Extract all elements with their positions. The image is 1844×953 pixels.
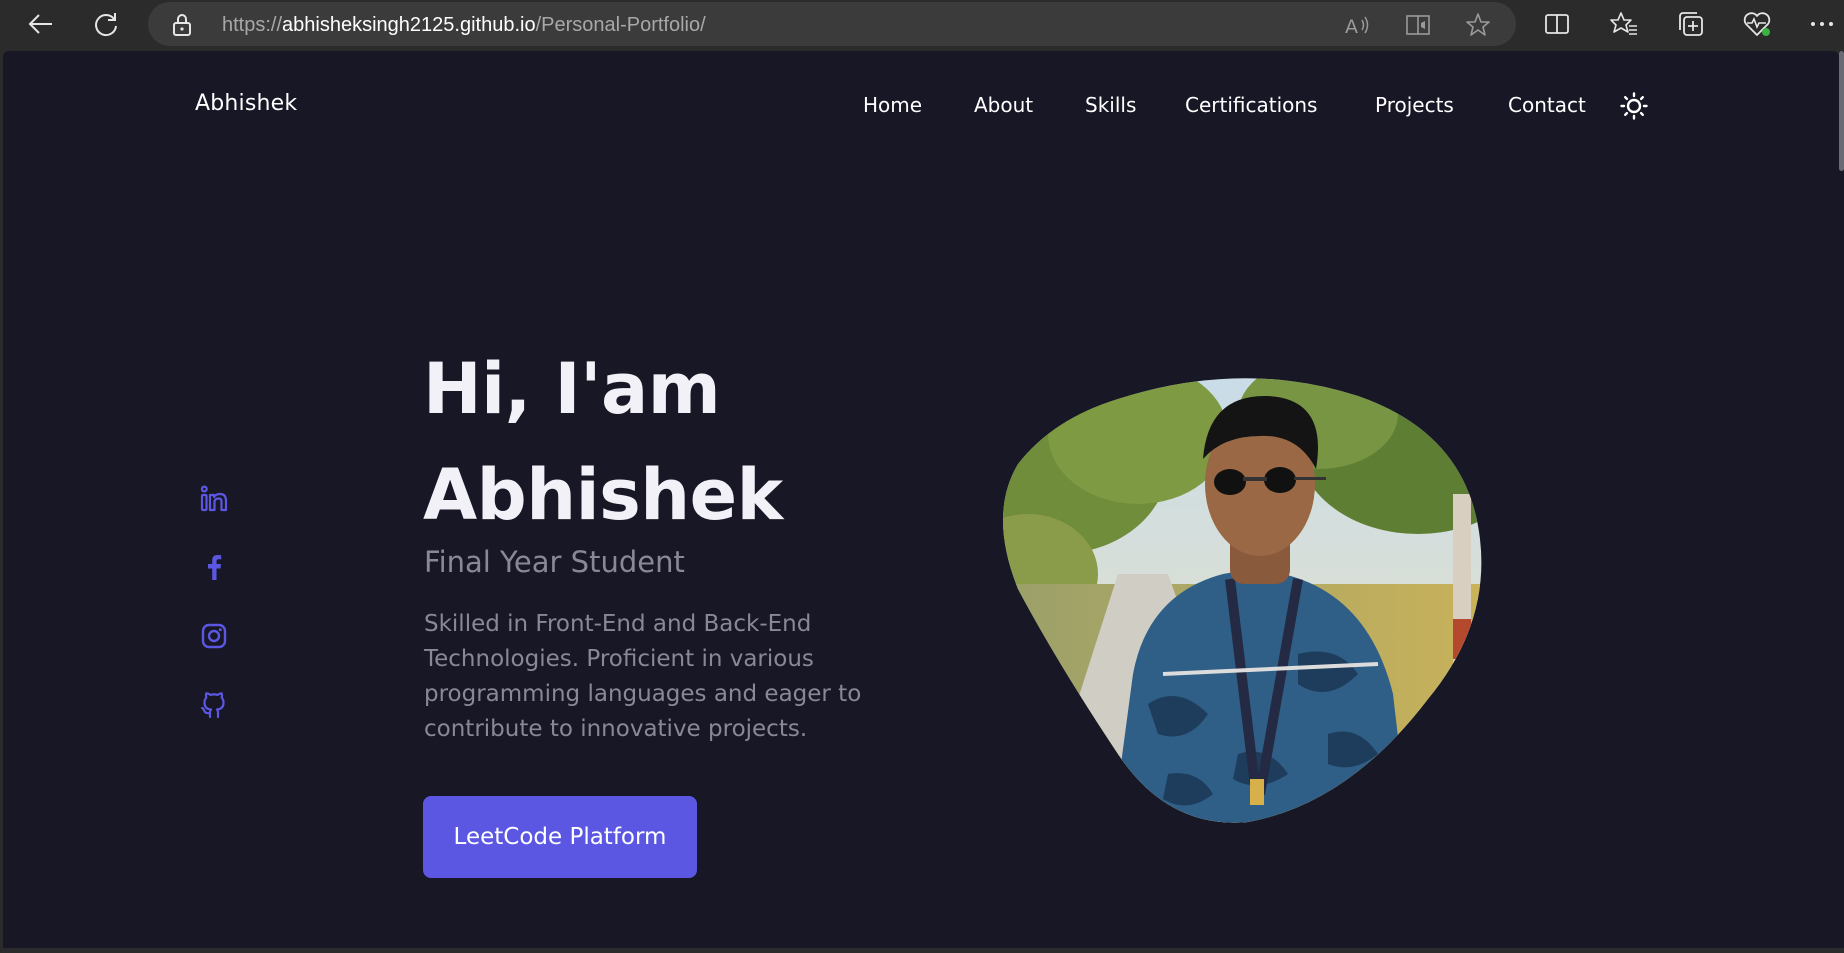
svg-text:A: A bbox=[1345, 16, 1358, 36]
url-text[interactable]: https://abhisheksingh2125.github.io/Pers… bbox=[222, 14, 706, 37]
hero-subtitle: Final Year Student bbox=[424, 545, 685, 579]
more-icon[interactable] bbox=[1806, 8, 1838, 40]
collections-icon[interactable] bbox=[1675, 8, 1707, 40]
favorites-icon[interactable] bbox=[1608, 8, 1640, 40]
nav-item-projects[interactable]: Projects bbox=[1375, 93, 1454, 117]
page-scrollbar[interactable] bbox=[1839, 51, 1844, 948]
page-viewport: Abhishek Home About Skills Certification… bbox=[3, 51, 1839, 948]
nav-item-home[interactable]: Home bbox=[863, 93, 922, 117]
scrollbar-thumb[interactable] bbox=[1839, 51, 1844, 171]
lock-icon[interactable] bbox=[172, 13, 192, 42]
address-bar[interactable]: https://abhisheksingh2125.github.io/Pers… bbox=[148, 2, 1516, 46]
github-icon[interactable] bbox=[199, 690, 229, 720]
hero-greeting: Hi, I'am bbox=[423, 348, 721, 430]
browser-essentials-icon[interactable] bbox=[1741, 8, 1773, 40]
nav-item-contact[interactable]: Contact bbox=[1508, 93, 1586, 117]
nav-item-certifications[interactable]: Certifications bbox=[1185, 93, 1317, 117]
profile-photo bbox=[998, 374, 1488, 824]
favorite-star-icon[interactable] bbox=[1464, 11, 1492, 39]
refresh-icon[interactable] bbox=[86, 4, 126, 44]
instagram-icon[interactable] bbox=[199, 621, 229, 651]
browser-toolbar: https://abhisheksingh2125.github.io/Pers… bbox=[0, 0, 1844, 50]
immersive-reader-icon[interactable] bbox=[1404, 11, 1432, 39]
back-icon[interactable] bbox=[20, 4, 60, 44]
hero-heading: Hi, I'am Abhishek bbox=[423, 336, 983, 548]
facebook-icon[interactable] bbox=[199, 552, 229, 582]
url-path: /Personal-Portfolio/ bbox=[535, 14, 706, 36]
leetcode-button[interactable]: LeetCode Platform bbox=[423, 796, 697, 878]
linkedin-icon[interactable] bbox=[199, 483, 229, 513]
nav-item-about[interactable]: About bbox=[974, 93, 1033, 117]
hero-name: Abhishek bbox=[423, 454, 783, 536]
nav-item-skills[interactable]: Skills bbox=[1085, 93, 1136, 117]
read-aloud-icon[interactable]: A bbox=[1344, 11, 1372, 39]
split-screen-icon[interactable] bbox=[1541, 8, 1573, 40]
url-scheme: https:// bbox=[222, 14, 283, 36]
url-host: abhisheksingh2125.github.io bbox=[282, 14, 536, 36]
sun-icon[interactable] bbox=[1619, 91, 1649, 121]
nav-menu: Home About Skills Certifications Project… bbox=[3, 93, 1839, 123]
hero-description: Skilled in Front-End and Back-End Techno… bbox=[424, 611, 862, 742]
